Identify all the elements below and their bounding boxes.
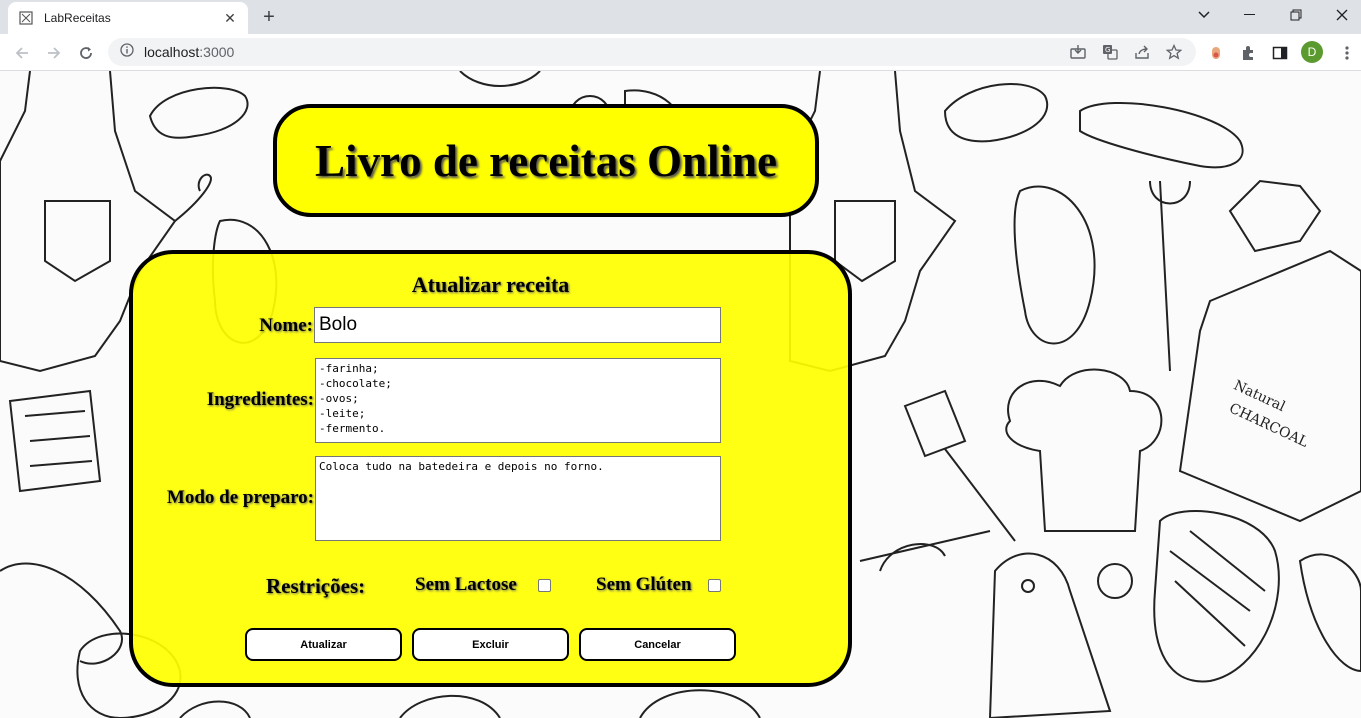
tab-search-icon[interactable] [1181,0,1227,30]
share-icon[interactable] [1133,44,1151,60]
kebab-menu-icon[interactable] [1337,43,1357,63]
puzzle-extensions-icon[interactable] [1238,43,1258,63]
new-tab-icon[interactable]: + [258,6,280,28]
cancelar-button[interactable]: Cancelar [579,628,736,661]
url-host: localhost [144,44,200,60]
extension-icon[interactable] [1206,43,1226,63]
close-tab-icon[interactable]: ✕ [222,10,238,27]
modo-preparo-label: Modo de preparo: [166,487,314,508]
install-app-icon[interactable] [1069,44,1087,60]
site-info-icon[interactable] [120,42,134,62]
browser-toolbar: localhost:3000 G D [0,34,1361,71]
address-bar[interactable]: localhost:3000 G [108,38,1196,66]
restore-icon[interactable] [1273,0,1319,30]
form-title: Atualizar receita [411,272,570,297]
nome-label: Nome: [259,315,313,336]
favicon-icon [18,10,34,26]
atualizar-button[interactable]: Atualizar [245,628,402,661]
reload-icon[interactable] [73,40,99,66]
translate-icon[interactable]: G [1101,44,1119,60]
sem-gluten-checkbox[interactable] [708,579,721,592]
ingredientes-textarea[interactable]: -farinha; -chocolate; -ovos; -leite; -fe… [315,358,721,443]
page-viewport: Natural CHARCOAL Livro de receitas Onlin… [0,71,1361,718]
browser-tab-strip: LabReceitas ✕ + [0,0,1361,34]
page-title: Livro de receitas Online [314,135,778,186]
header-banner: Livro de receitas Online [273,104,819,217]
tab-title: LabReceitas [44,11,111,25]
sem-lactose-checkbox[interactable] [538,579,551,592]
profile-avatar[interactable]: D [1301,41,1323,63]
url-port: :3000 [199,44,235,60]
modo-preparo-textarea[interactable]: Coloca tudo na batedeira e depois no for… [315,456,721,541]
bookmark-star-icon[interactable] [1165,44,1183,60]
forward-icon[interactable] [41,40,67,66]
svg-text:G: G [1105,46,1110,54]
sem-lactose-label: Sem Lactose [415,574,517,595]
browser-tab[interactable]: LabReceitas ✕ [8,2,248,34]
recipe-form-card: Atualizar receita Nome: Ingredientes: -f… [129,250,852,687]
back-icon[interactable] [9,40,35,66]
sem-gluten-label: Sem Glúten [596,574,692,595]
restricoes-label: Restrições: [266,574,366,598]
ingredientes-label: Ingredientes: [206,389,314,410]
excluir-button[interactable]: Excluir [412,628,569,661]
nome-input[interactable] [314,307,721,343]
close-window-icon[interactable] [1319,0,1361,30]
side-panel-icon[interactable] [1270,43,1290,63]
minimize-icon[interactable] [1227,0,1273,30]
